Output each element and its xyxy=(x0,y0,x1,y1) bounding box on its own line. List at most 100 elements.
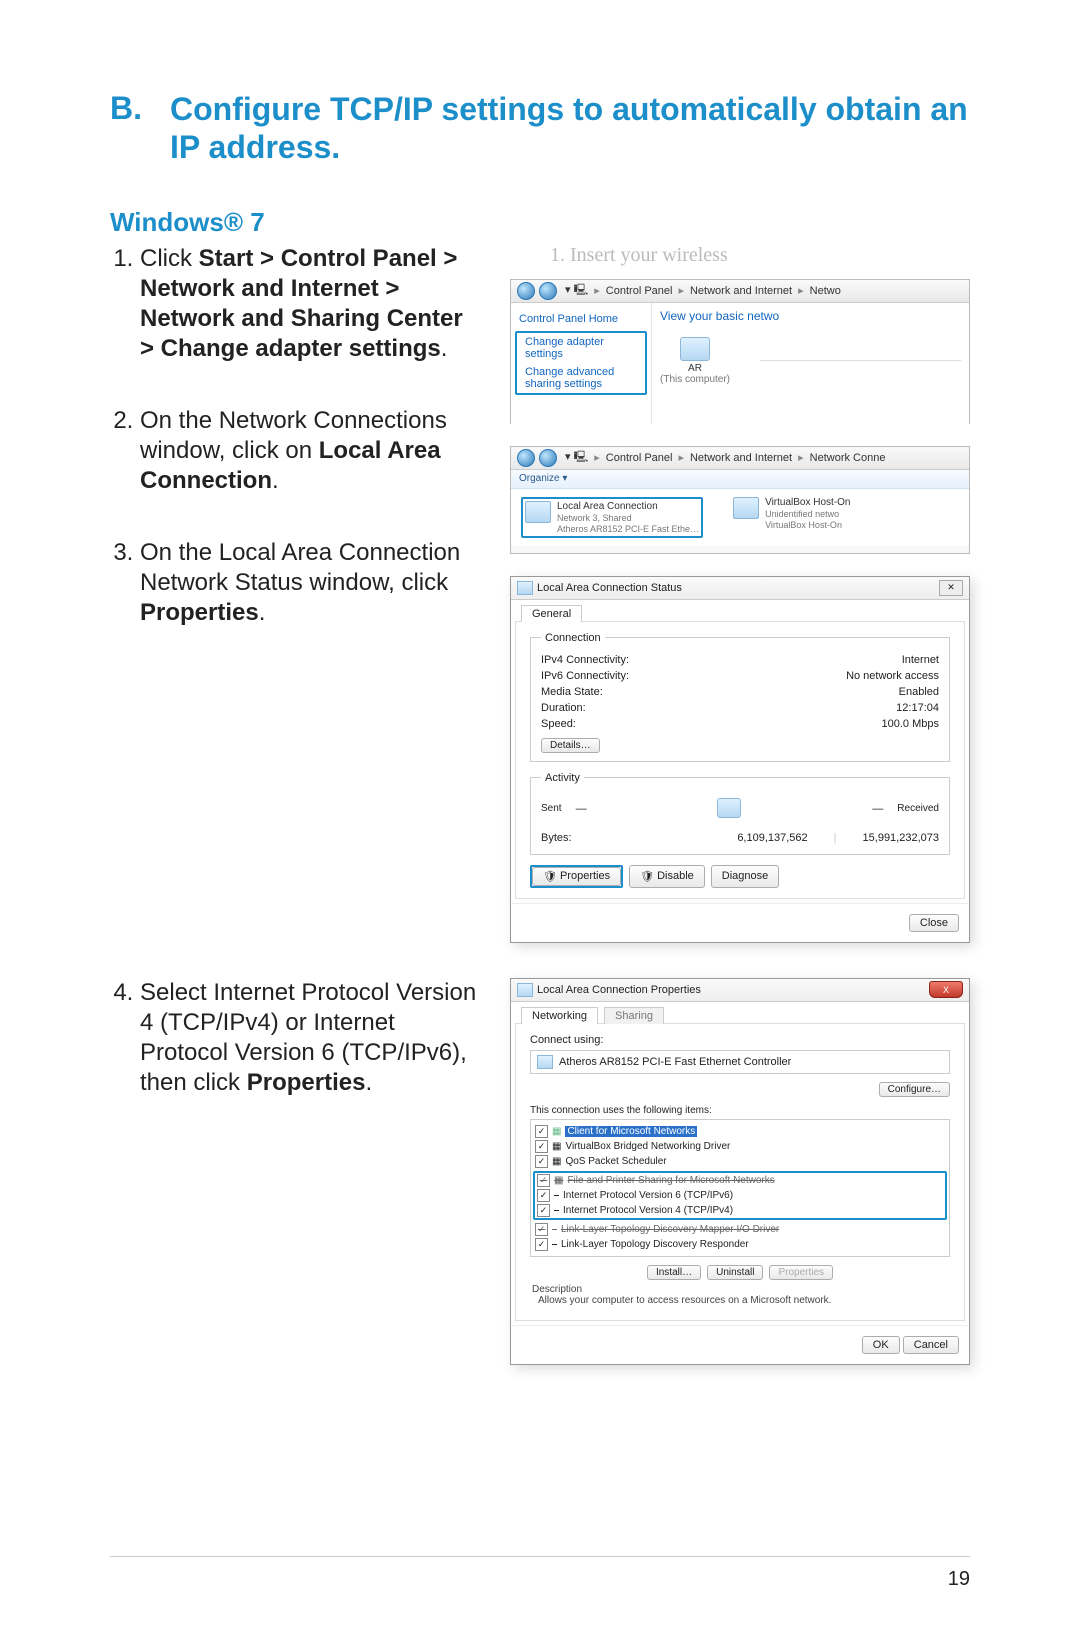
screenshot-change-adapter: ▾ 🖳 ▸ Control Panel ▸ Network and Intern… xyxy=(510,279,970,424)
list-item[interactable]: ✓▦ VirtualBox Bridged Networking Driver xyxy=(535,1139,945,1154)
media-label: Media State: xyxy=(541,686,603,698)
conn-lac-title: Local Area Connection xyxy=(557,501,699,513)
breadcrumb-cp[interactable]: Control Panel xyxy=(606,285,673,297)
checkbox-icon[interactable]: ✓ xyxy=(537,1174,550,1187)
legend-activity: Activity xyxy=(541,772,584,784)
item-properties-button[interactable]: Properties xyxy=(769,1265,833,1280)
ipv4-label: IPv4 Connectivity: xyxy=(541,654,629,666)
disable-button-label: Disable xyxy=(657,870,694,882)
tab-general[interactable]: General xyxy=(521,605,582,622)
checkbox-icon[interactable]: ✓ xyxy=(535,1155,548,1168)
page-rule xyxy=(110,1556,970,1557)
node-label: AR xyxy=(660,363,730,374)
speed-value: 100.0 Mbps xyxy=(882,718,939,730)
step-3-bold: Properties xyxy=(140,599,259,626)
diagnose-button[interactable]: Diagnose xyxy=(711,865,779,888)
conn-vb-sub: Unidentified netwo xyxy=(765,509,850,520)
activity-icon xyxy=(717,798,741,818)
step-4-suffix: . xyxy=(365,1069,372,1096)
sent-label: Sent xyxy=(541,803,562,814)
node-sub: (This computer) xyxy=(660,374,730,385)
install-button[interactable]: Install… xyxy=(647,1265,701,1280)
list-item[interactable]: ✓▦ QoS Packet Scheduler xyxy=(535,1154,945,1169)
checkbox-icon[interactable]: ✓ xyxy=(537,1204,550,1217)
bytes-received: 15,991,232,073 xyxy=(863,832,939,844)
checkbox-icon[interactable]: ✓ xyxy=(537,1189,550,1202)
list-item-ipv6[interactable]: ✓⎯ Internet Protocol Version 6 (TCP/IPv6… xyxy=(537,1188,943,1203)
list-item[interactable]: ✓▦ Client for Microsoft Networks xyxy=(535,1124,945,1139)
components-listbox[interactable]: ✓▦ Client for Microsoft Networks ✓▦ Virt… xyxy=(530,1119,950,1257)
cancel-button[interactable]: Cancel xyxy=(903,1336,959,1354)
breadcrumb-net[interactable]: Network and Internet xyxy=(690,285,792,297)
screenshot-lac-properties: Local Area Connection Properties X Netwo… xyxy=(510,978,970,1365)
section-title: Configure TCP/IP settings to automatical… xyxy=(170,90,970,167)
list-item-label: File and Printer Sharing for Microsoft N… xyxy=(567,1175,774,1186)
connect-using-label: Connect using: xyxy=(530,1034,950,1046)
pane-title: View your basic netwo xyxy=(660,309,961,323)
breadcrumb-cp2[interactable]: Control Panel xyxy=(606,452,673,464)
step-3-suffix: . xyxy=(259,599,266,626)
list-item-label: VirtualBox Bridged Networking Driver xyxy=(565,1141,730,1152)
checkbox-icon[interactable]: ✓ xyxy=(535,1223,548,1236)
step-4: Select Internet Protocol Version 4 (TCP/… xyxy=(140,978,480,1098)
fieldset-connection: Connection IPv4 Connectivity: Internet IP… xyxy=(530,632,950,762)
duration-label: Duration: xyxy=(541,702,586,714)
network-icon xyxy=(517,581,533,595)
list-item-label: Link-Layer Topology Discovery Mapper I/O… xyxy=(561,1224,779,1235)
vbox-icon xyxy=(733,497,759,519)
page-number: 19 xyxy=(948,1568,970,1591)
adapter-icon xyxy=(537,1055,553,1069)
connection-local-area[interactable]: Local Area Connection Network 3, Shared … xyxy=(525,501,699,535)
os-heading: Windows® 7 xyxy=(110,207,970,238)
screenshot-lac-status: Local Area Connection Status ✕ General C… xyxy=(510,576,970,943)
forward-icon[interactable] xyxy=(539,282,557,300)
media-value: Enabled xyxy=(899,686,939,698)
step-3-prefix: On the Local Area Connection Network Sta… xyxy=(140,539,460,596)
checkbox-icon[interactable]: ✓ xyxy=(535,1238,548,1251)
checkbox-icon[interactable]: ✓ xyxy=(535,1125,548,1138)
step-2-suffix: . xyxy=(272,467,279,494)
forward-icon[interactable] xyxy=(539,449,557,467)
sidebar-item-advanced-sharing[interactable]: Change advanced sharing settings xyxy=(517,363,645,393)
duration-value: 12:17:04 xyxy=(896,702,939,714)
computer-icon xyxy=(680,337,710,361)
ipv6-value: No network access xyxy=(846,670,939,682)
bytes-label: Bytes: xyxy=(541,832,572,844)
tab-sharing[interactable]: Sharing xyxy=(604,1007,664,1024)
properties-button[interactable]: 🛡 Properties xyxy=(532,867,621,886)
breadcrumb-nc2: Network Conne xyxy=(810,452,886,464)
close-button[interactable]: Close xyxy=(909,914,959,932)
details-button[interactable]: Details… xyxy=(541,738,600,753)
sidebar-item-change-adapter[interactable]: Change adapter settings xyxy=(517,333,645,363)
breadcrumb-bar-2: ▾ 🖳 ▸ Control Panel ▸ Network and Intern… xyxy=(511,447,969,470)
ipv4-value: Internet xyxy=(902,654,939,666)
step-4-bold: Properties xyxy=(247,1069,366,1096)
legend-connection: Connection xyxy=(541,632,605,644)
tab-networking[interactable]: Networking xyxy=(521,1007,598,1024)
list-item[interactable]: ✓⎯ Link-Layer Topology Discovery Respond… xyxy=(535,1237,945,1252)
checkbox-icon[interactable]: ✓ xyxy=(535,1140,548,1153)
list-item-label: QoS Packet Scheduler xyxy=(565,1156,666,1167)
fieldset-activity: Activity Sent — — Received Bytes: 6,109,… xyxy=(530,772,950,855)
items-list-label: This connection uses the following items… xyxy=(530,1105,950,1116)
ok-button[interactable]: OK xyxy=(862,1336,900,1354)
organize-bar[interactable]: Organize ▾ xyxy=(511,470,969,489)
breadcrumb-ni2[interactable]: Network and Internet xyxy=(690,452,792,464)
list-item[interactable]: ✓⎯ Link-Layer Topology Discovery Mapper … xyxy=(535,1222,945,1237)
close-icon[interactable]: ✕ xyxy=(939,580,963,596)
sidebar-head: Control Panel Home xyxy=(511,309,651,329)
back-icon[interactable] xyxy=(517,449,535,467)
configure-button[interactable]: Configure… xyxy=(879,1082,950,1097)
close-icon[interactable]: X xyxy=(929,981,963,998)
list-item[interactable]: ✓▦ File and Printer Sharing for Microsof… xyxy=(537,1173,943,1188)
disable-button[interactable]: 🛡 Disable xyxy=(629,865,705,888)
ipv6-label: IPv6 Connectivity: xyxy=(541,670,629,682)
list-item-ipv4[interactable]: ✓⎯ Internet Protocol Version 4 (TCP/IPv4… xyxy=(537,1203,943,1218)
conn-lac-sub: Network 3, Shared xyxy=(557,513,699,524)
properties-button-label: Properties xyxy=(560,870,610,882)
back-icon[interactable] xyxy=(517,282,535,300)
screenshot-network-connections: ▾ 🖳 ▸ Control Panel ▸ Network and Intern… xyxy=(510,446,970,554)
connection-virtualbox[interactable]: VirtualBox Host-On Unidentified netwo Vi… xyxy=(733,497,850,539)
uninstall-button[interactable]: Uninstall xyxy=(707,1265,763,1280)
dlg-props-title: Local Area Connection Properties xyxy=(537,984,701,996)
